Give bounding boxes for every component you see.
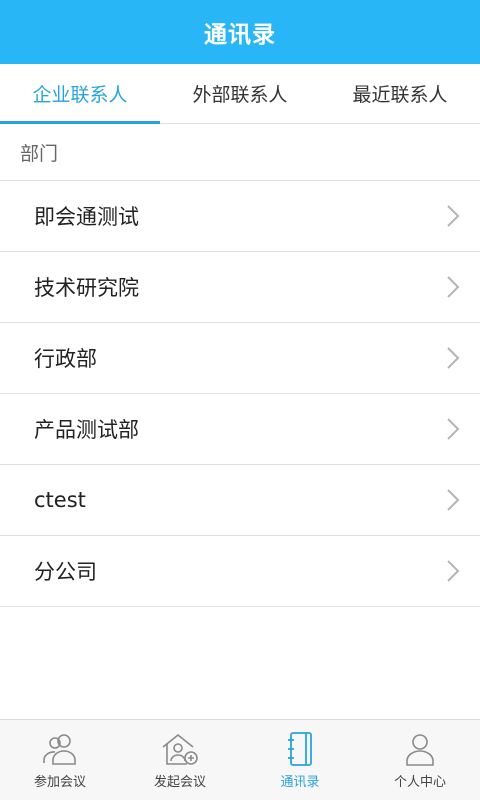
chevron-right-icon — [447, 276, 460, 298]
nav-profile[interactable]: 个人中心 — [360, 720, 480, 800]
list-item[interactable]: 即会通测试 — [0, 181, 480, 252]
tab-enterprise-contacts[interactable]: 企业联系人 — [0, 64, 160, 124]
section-label: 部门 — [20, 142, 59, 165]
department-name: 分公司 — [34, 560, 97, 584]
nav-join-meeting[interactable]: 参加会议 — [0, 720, 120, 800]
nav-label: 发起会议 — [153, 774, 206, 790]
nav-start-meeting[interactable]: 发起会议 — [120, 720, 240, 800]
app-header: 通讯录 — [0, 0, 480, 64]
page-title: 通讯录 — [204, 22, 276, 48]
tab-label: 最近联系人 — [352, 84, 448, 106]
department-name: 行政部 — [34, 347, 97, 371]
chevron-right-icon — [447, 560, 460, 582]
department-name: 即会通测试 — [34, 205, 139, 229]
contact-tabs: 企业联系人 外部联系人 最近联系人 — [0, 64, 480, 124]
section-header: 部门 — [0, 124, 480, 181]
list-item[interactable]: 行政部 — [0, 323, 480, 394]
chevron-right-icon — [447, 205, 460, 227]
nav-label: 参加会议 — [33, 774, 86, 790]
tab-label: 外部联系人 — [192, 84, 288, 106]
list-item[interactable]: ctest — [0, 465, 480, 536]
nav-label: 个人中心 — [393, 774, 446, 790]
department-name: 产品测试部 — [34, 418, 139, 442]
list-item[interactable]: 分公司 — [0, 536, 480, 607]
join-meeting-icon — [43, 733, 76, 765]
chevron-right-icon — [447, 347, 460, 369]
chevron-right-icon — [447, 418, 460, 440]
nav-label: 通讯录 — [280, 774, 320, 790]
list-item[interactable]: 产品测试部 — [0, 394, 480, 465]
department-list: 即会通测试 技术研究院 行政部 产品测试部 ctest 分公司 — [0, 181, 480, 607]
department-name: ctest — [34, 488, 86, 512]
tab-recent-contacts[interactable]: 最近联系人 — [320, 64, 480, 123]
tab-label: 企业联系人 — [32, 84, 128, 106]
nav-address-book[interactable]: 通讯录 — [240, 720, 360, 800]
tab-external-contacts[interactable]: 外部联系人 — [160, 64, 320, 123]
start-meeting-icon — [162, 733, 198, 765]
address-book-icon — [288, 731, 312, 766]
department-name: 技术研究院 — [34, 276, 139, 300]
chevron-right-icon — [447, 489, 460, 511]
bottom-navigation: 参加会议 发起会议 通讯录 个人中心 — [0, 719, 480, 800]
list-item[interactable]: 技术研究院 — [0, 252, 480, 323]
profile-icon — [406, 733, 434, 766]
